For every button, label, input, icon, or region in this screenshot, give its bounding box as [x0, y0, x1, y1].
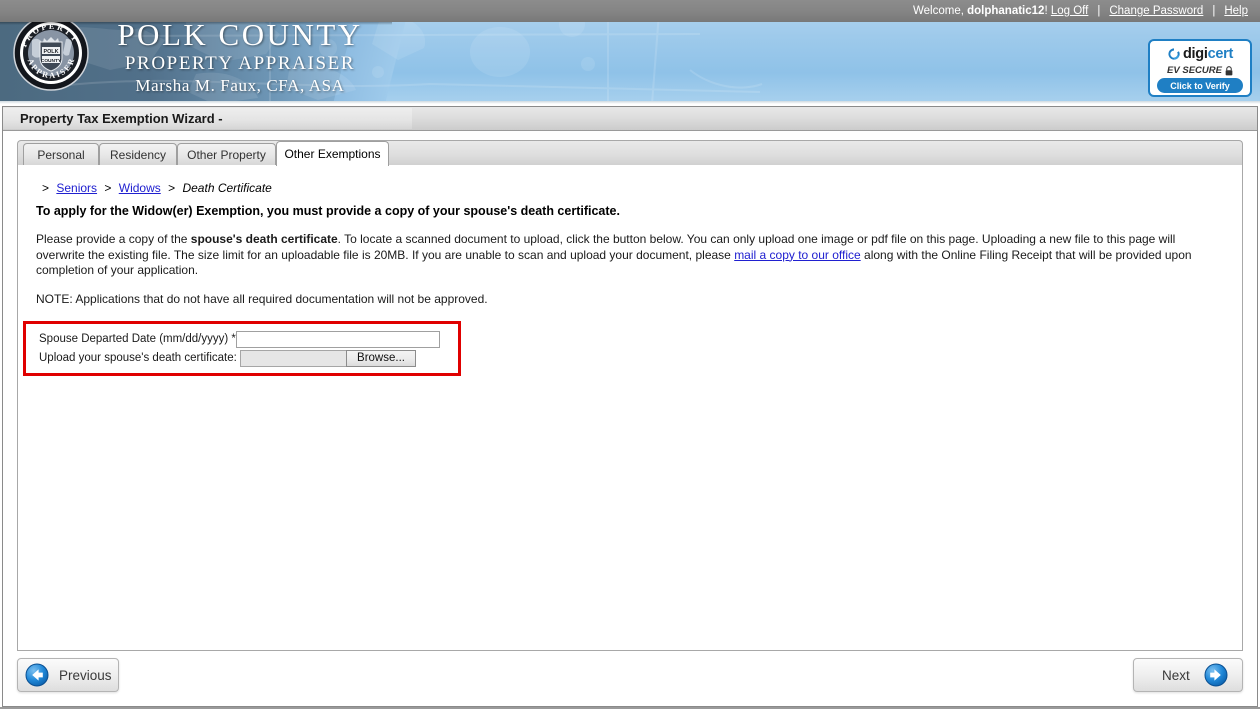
- digicert-swirl-icon: [1168, 47, 1180, 60]
- previous-button[interactable]: Previous: [17, 658, 119, 692]
- browse-button[interactable]: Browse...: [346, 349, 416, 367]
- spouse-departed-date-row: Spouse Departed Date (mm/dd/yyyy) *:: [39, 329, 440, 349]
- digicert-ev-secure-label: EV SECURE: [1150, 64, 1250, 77]
- help-link[interactable]: Help: [1224, 5, 1248, 17]
- breadcrumb-item-widows[interactable]: Widows: [119, 181, 161, 195]
- breadcrumb-item-death-certificate: Death Certificate: [182, 181, 272, 195]
- tab-residency-label: Residency: [109, 148, 167, 162]
- arrow-right-icon: [1204, 663, 1228, 687]
- next-button-label: Next: [1162, 667, 1190, 683]
- svg-text:COUNTY: COUNTY: [41, 58, 62, 64]
- required-fields-highlight-box: Spouse Departed Date (mm/dd/yyyy) *: Upl…: [23, 321, 461, 376]
- brand-line-office: PROPERTY APPRAISER: [124, 53, 356, 74]
- wizard-content-panel: > Seniors > Widows > Death Certificate T…: [17, 165, 1243, 651]
- username-label: dolphanatic12: [967, 5, 1045, 17]
- tab-other-property-label: Other Property: [187, 148, 266, 162]
- death-certificate-upload-label: Upload your spouse's death certificate:: [39, 352, 237, 364]
- file-path-display[interactable]: [240, 349, 346, 367]
- breadcrumb-arrow-2: >: [168, 181, 176, 195]
- digicert-wordmark: digicert: [1150, 43, 1250, 64]
- polk-county-seal-logo: POLK COUNTY PROPERTY APPRAISER: [13, 15, 89, 91]
- note-text: NOTE: Applications that do not have all …: [36, 292, 488, 306]
- paragraph-bold-text: spouse's death certificate: [190, 232, 338, 246]
- file-upload-control[interactable]: Browse...: [240, 349, 416, 367]
- banner-bottom-divider: [0, 101, 1260, 104]
- breadcrumb-arrow-0: >: [42, 181, 50, 195]
- instructions-paragraph: Please provide a copy of the spouse's de…: [36, 232, 1220, 279]
- change-password-link[interactable]: Change Password: [1109, 5, 1203, 17]
- tab-personal[interactable]: Personal: [23, 143, 99, 166]
- breadcrumb: > Seniors > Widows > Death Certificate: [38, 181, 272, 195]
- tab-personal-label: Personal: [37, 148, 85, 162]
- death-certificate-upload-row: Upload your spouse's death certificate: …: [39, 348, 416, 368]
- application-window: Property Tax Exemption Wizard - Personal…: [2, 106, 1258, 707]
- next-button[interactable]: Next: [1133, 658, 1243, 692]
- digicert-text: digicert: [1183, 45, 1233, 62]
- digicert-click-to-verify-button[interactable]: Click to Verify: [1157, 78, 1243, 93]
- welcome-text: Welcome, dolphanatic12!: [913, 5, 1048, 17]
- mail-a-copy-link[interactable]: mail a copy to our office: [734, 248, 861, 262]
- topbar-separator-2: |: [1212, 5, 1216, 17]
- tab-other-exemptions-label: Other Exemptions: [284, 147, 381, 161]
- spouse-departed-date-input[interactable]: [236, 330, 440, 348]
- tab-residency[interactable]: Residency: [99, 143, 177, 166]
- breadcrumb-arrow-1: >: [104, 181, 112, 195]
- header-gray-tab-shape: [0, 0, 358, 22]
- brand-line-appraiser-name: Marsha M. Faux, CFA, ASA: [135, 76, 345, 95]
- previous-button-label: Previous: [59, 667, 112, 683]
- tab-other-property[interactable]: Other Property: [177, 143, 276, 166]
- breadcrumb-item-seniors[interactable]: Seniors: [56, 181, 97, 195]
- header-tab-shadow: [0, 22, 392, 25]
- section-headline: To apply for the Widow(er) Exemption, yo…: [36, 204, 620, 218]
- paragraph-text-1: Please provide a copy of the: [36, 232, 191, 246]
- digicert-ev-secure-badge[interactable]: digicert EV SECURE Click to Verify: [1148, 39, 1252, 97]
- window-title-bar: Property Tax Exemption Wizard -: [3, 107, 1257, 131]
- wizard-tab-bar: Personal Residency Other Property Other …: [17, 140, 1243, 166]
- brand-title-block: POLK COUNTY PROPERTY APPRAISER Marsha M.…: [100, 18, 380, 97]
- spouse-departed-date-label: Spouse Departed Date (mm/dd/yyyy) *:: [39, 333, 240, 345]
- log-off-link[interactable]: Log Off: [1051, 5, 1089, 17]
- tab-other-exemptions[interactable]: Other Exemptions: [276, 141, 389, 166]
- topbar-separator-1: |: [1097, 5, 1101, 17]
- lock-icon: [1225, 65, 1233, 75]
- arrow-left-icon: [25, 663, 49, 687]
- page-title: Property Tax Exemption Wizard -: [20, 111, 223, 126]
- svg-text:POLK: POLK: [44, 49, 59, 55]
